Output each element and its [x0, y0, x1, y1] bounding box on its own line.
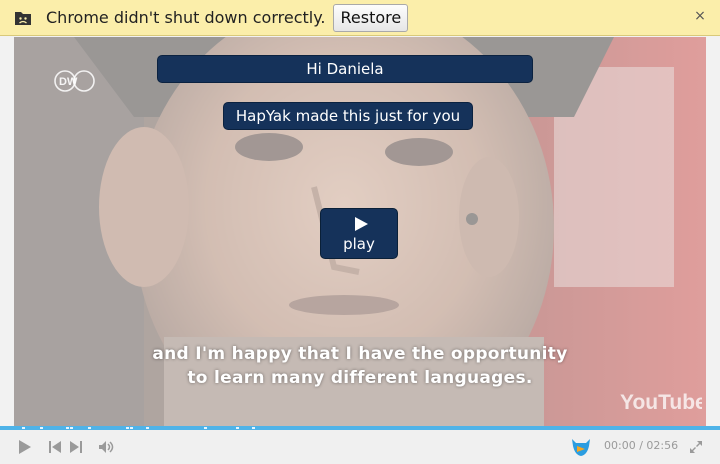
duration: 02:56: [646, 439, 679, 452]
chapter-marker: [252, 427, 255, 429]
video-player[interactable]: DW Hi Daniela HapYak made this just for …: [14, 37, 706, 426]
sad-folder-icon: [15, 11, 31, 25]
chapter-marker: [70, 427, 73, 429]
chapter-marker: [22, 427, 25, 429]
subtitle-line: to learn many different languages.: [187, 368, 533, 388]
player-controls: 00:00 / 02:56: [0, 430, 720, 464]
volume-icon[interactable]: [97, 438, 115, 456]
tagline-banner: HapYak made this just for you: [223, 102, 473, 130]
infobar-message: Chrome didn't shut down correctly.: [46, 8, 326, 27]
youtube-logo-text: YouTube: [620, 391, 702, 414]
play-button[interactable]: play: [320, 208, 398, 259]
close-icon[interactable]: ×: [694, 9, 706, 23]
play-icon[interactable]: [16, 438, 34, 456]
next-icon[interactable]: [67, 438, 85, 456]
greeting-banner: Hi Daniela: [157, 55, 533, 83]
subtitle-line: and I'm happy that I have the opportunit…: [152, 344, 568, 364]
fullscreen-icon[interactable]: [688, 439, 704, 455]
current-time: 00:00: [604, 439, 636, 452]
youtube-logo: YouTube: [620, 391, 702, 414]
chapter-marker: [40, 427, 43, 429]
hapyak-logo-icon[interactable]: [570, 436, 592, 458]
chapter-marker: [88, 427, 91, 429]
chapter-marker: [146, 427, 149, 429]
play-icon: [355, 217, 368, 231]
time-display: 00:00 / 02:56: [604, 439, 678, 452]
chapter-marker: [126, 427, 129, 429]
dw-logo-text: DW: [59, 76, 78, 88]
session-restore-infobar: Chrome didn't shut down correctly. Resto…: [0, 0, 720, 36]
subtitles: and I'm happy that I have the opportunit…: [94, 342, 626, 390]
chapter-marker: [204, 427, 207, 429]
restore-button[interactable]: Restore: [333, 3, 409, 32]
chapter-marker: [66, 427, 69, 429]
play-button-label: play: [343, 235, 375, 253]
chapter-marker: [236, 427, 239, 429]
dw-logo: DW: [54, 70, 95, 92]
previous-icon[interactable]: [46, 438, 64, 456]
time-separator: /: [639, 439, 643, 452]
chapter-marker: [130, 427, 133, 429]
